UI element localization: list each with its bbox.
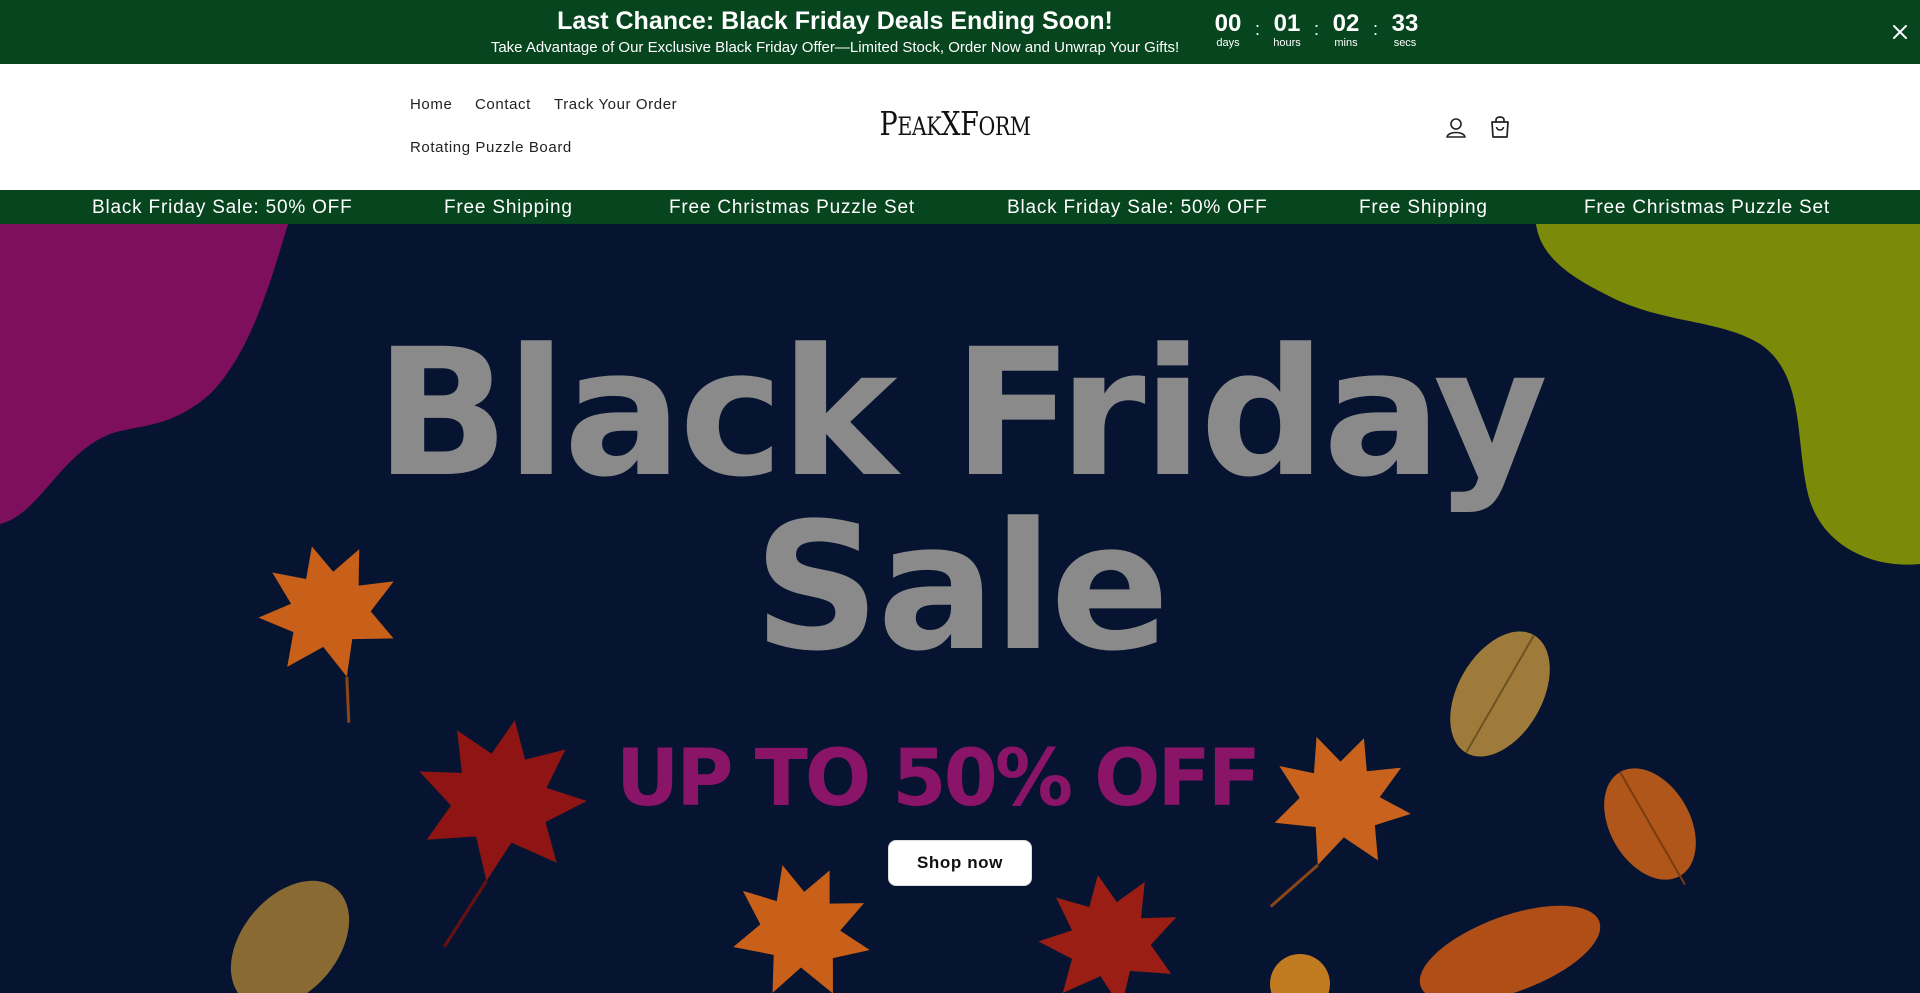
countdown-mins: 02 mins xyxy=(1326,10,1366,50)
logo-eak: EAK xyxy=(897,112,942,141)
countdown-days-label: days xyxy=(1216,37,1240,49)
marquee-item: Free Shipping xyxy=(444,197,573,218)
countdown-hours-label: hours xyxy=(1273,37,1301,49)
countdown-days-value: 00 xyxy=(1214,10,1242,37)
orange-leaf xyxy=(1419,905,1601,993)
countdown-separator: : xyxy=(1254,19,1260,39)
announcement-bar: Last Chance: Black Friday Deals Ending S… xyxy=(0,0,1920,64)
marquee-item: Free Christmas Puzzle Set xyxy=(1584,197,1830,218)
nav-rotating-puzzle-board[interactable]: Rotating Puzzle Board xyxy=(410,139,572,156)
countdown-days: 00 days xyxy=(1208,10,1248,50)
countdown-hours-value: 01 xyxy=(1273,10,1301,37)
shop-now-button[interactable]: Shop now xyxy=(888,840,1032,886)
countdown-timer: 00 days : 01 hours : 02 mins : 33 secs xyxy=(1208,10,1425,50)
site-header: Home Contact Track Your Order Rotating P… xyxy=(0,64,1920,190)
countdown-separator: : xyxy=(1372,19,1378,39)
cart-icon xyxy=(1491,116,1509,138)
account-icon xyxy=(1446,118,1466,138)
logo-x: X xyxy=(941,104,961,143)
account-button[interactable] xyxy=(1443,115,1469,141)
gold-leaf xyxy=(230,880,350,993)
countdown-secs-value: 33 xyxy=(1391,10,1419,37)
marquee-item: Free Christmas Puzzle Set xyxy=(669,197,915,218)
close-announcement-button[interactable] xyxy=(1888,20,1912,44)
countdown-hours: 01 hours xyxy=(1267,10,1307,50)
nav-contact[interactable]: Contact xyxy=(475,96,531,113)
hero-offer-text: UP TO 50% OFF xyxy=(615,734,1261,824)
countdown-mins-label: mins xyxy=(1334,37,1358,49)
announcement-text: Last Chance: Black Friday Deals Ending S… xyxy=(480,0,1190,57)
nav-track-order[interactable]: Track Your Order xyxy=(554,96,677,113)
promo-marquee: Black Friday Sale: 50% OFF Free Shipping… xyxy=(0,190,1920,224)
marquee-item: Free Shipping xyxy=(1359,197,1488,218)
hero-banner: Black Friday Sale UP TO 50% OFF Shop now xyxy=(0,224,1920,993)
red-leaf xyxy=(1038,875,1177,993)
hero-headline-line2: Sale xyxy=(753,485,1169,690)
orange-leaf xyxy=(1270,954,1330,993)
announcement-subtitle: Take Advantage of Our Exclusive Black Fr… xyxy=(490,39,1180,56)
countdown-secs: 33 secs xyxy=(1385,10,1425,50)
countdown-separator: : xyxy=(1313,19,1319,39)
logo-f: F xyxy=(960,104,979,143)
orange-leaf xyxy=(733,865,870,993)
close-icon xyxy=(1893,25,1907,39)
site-logo[interactable]: PEAKXFORM xyxy=(877,104,1033,143)
nav-home[interactable]: Home xyxy=(410,96,452,113)
countdown-secs-label: secs xyxy=(1393,37,1417,49)
cart-button[interactable] xyxy=(1487,114,1513,140)
logo-p: P xyxy=(879,104,898,143)
marquee-item: Black Friday Sale: 50% OFF xyxy=(1007,197,1268,218)
marquee-item: Black Friday Sale: 50% OFF xyxy=(92,197,353,218)
announcement-title: Last Chance: Black Friday Deals Ending S… xyxy=(557,7,1113,35)
countdown-mins-value: 02 xyxy=(1332,10,1360,37)
logo-orm: ORM xyxy=(978,112,1031,141)
hero-headline-line1: Black Friday xyxy=(374,311,1548,516)
